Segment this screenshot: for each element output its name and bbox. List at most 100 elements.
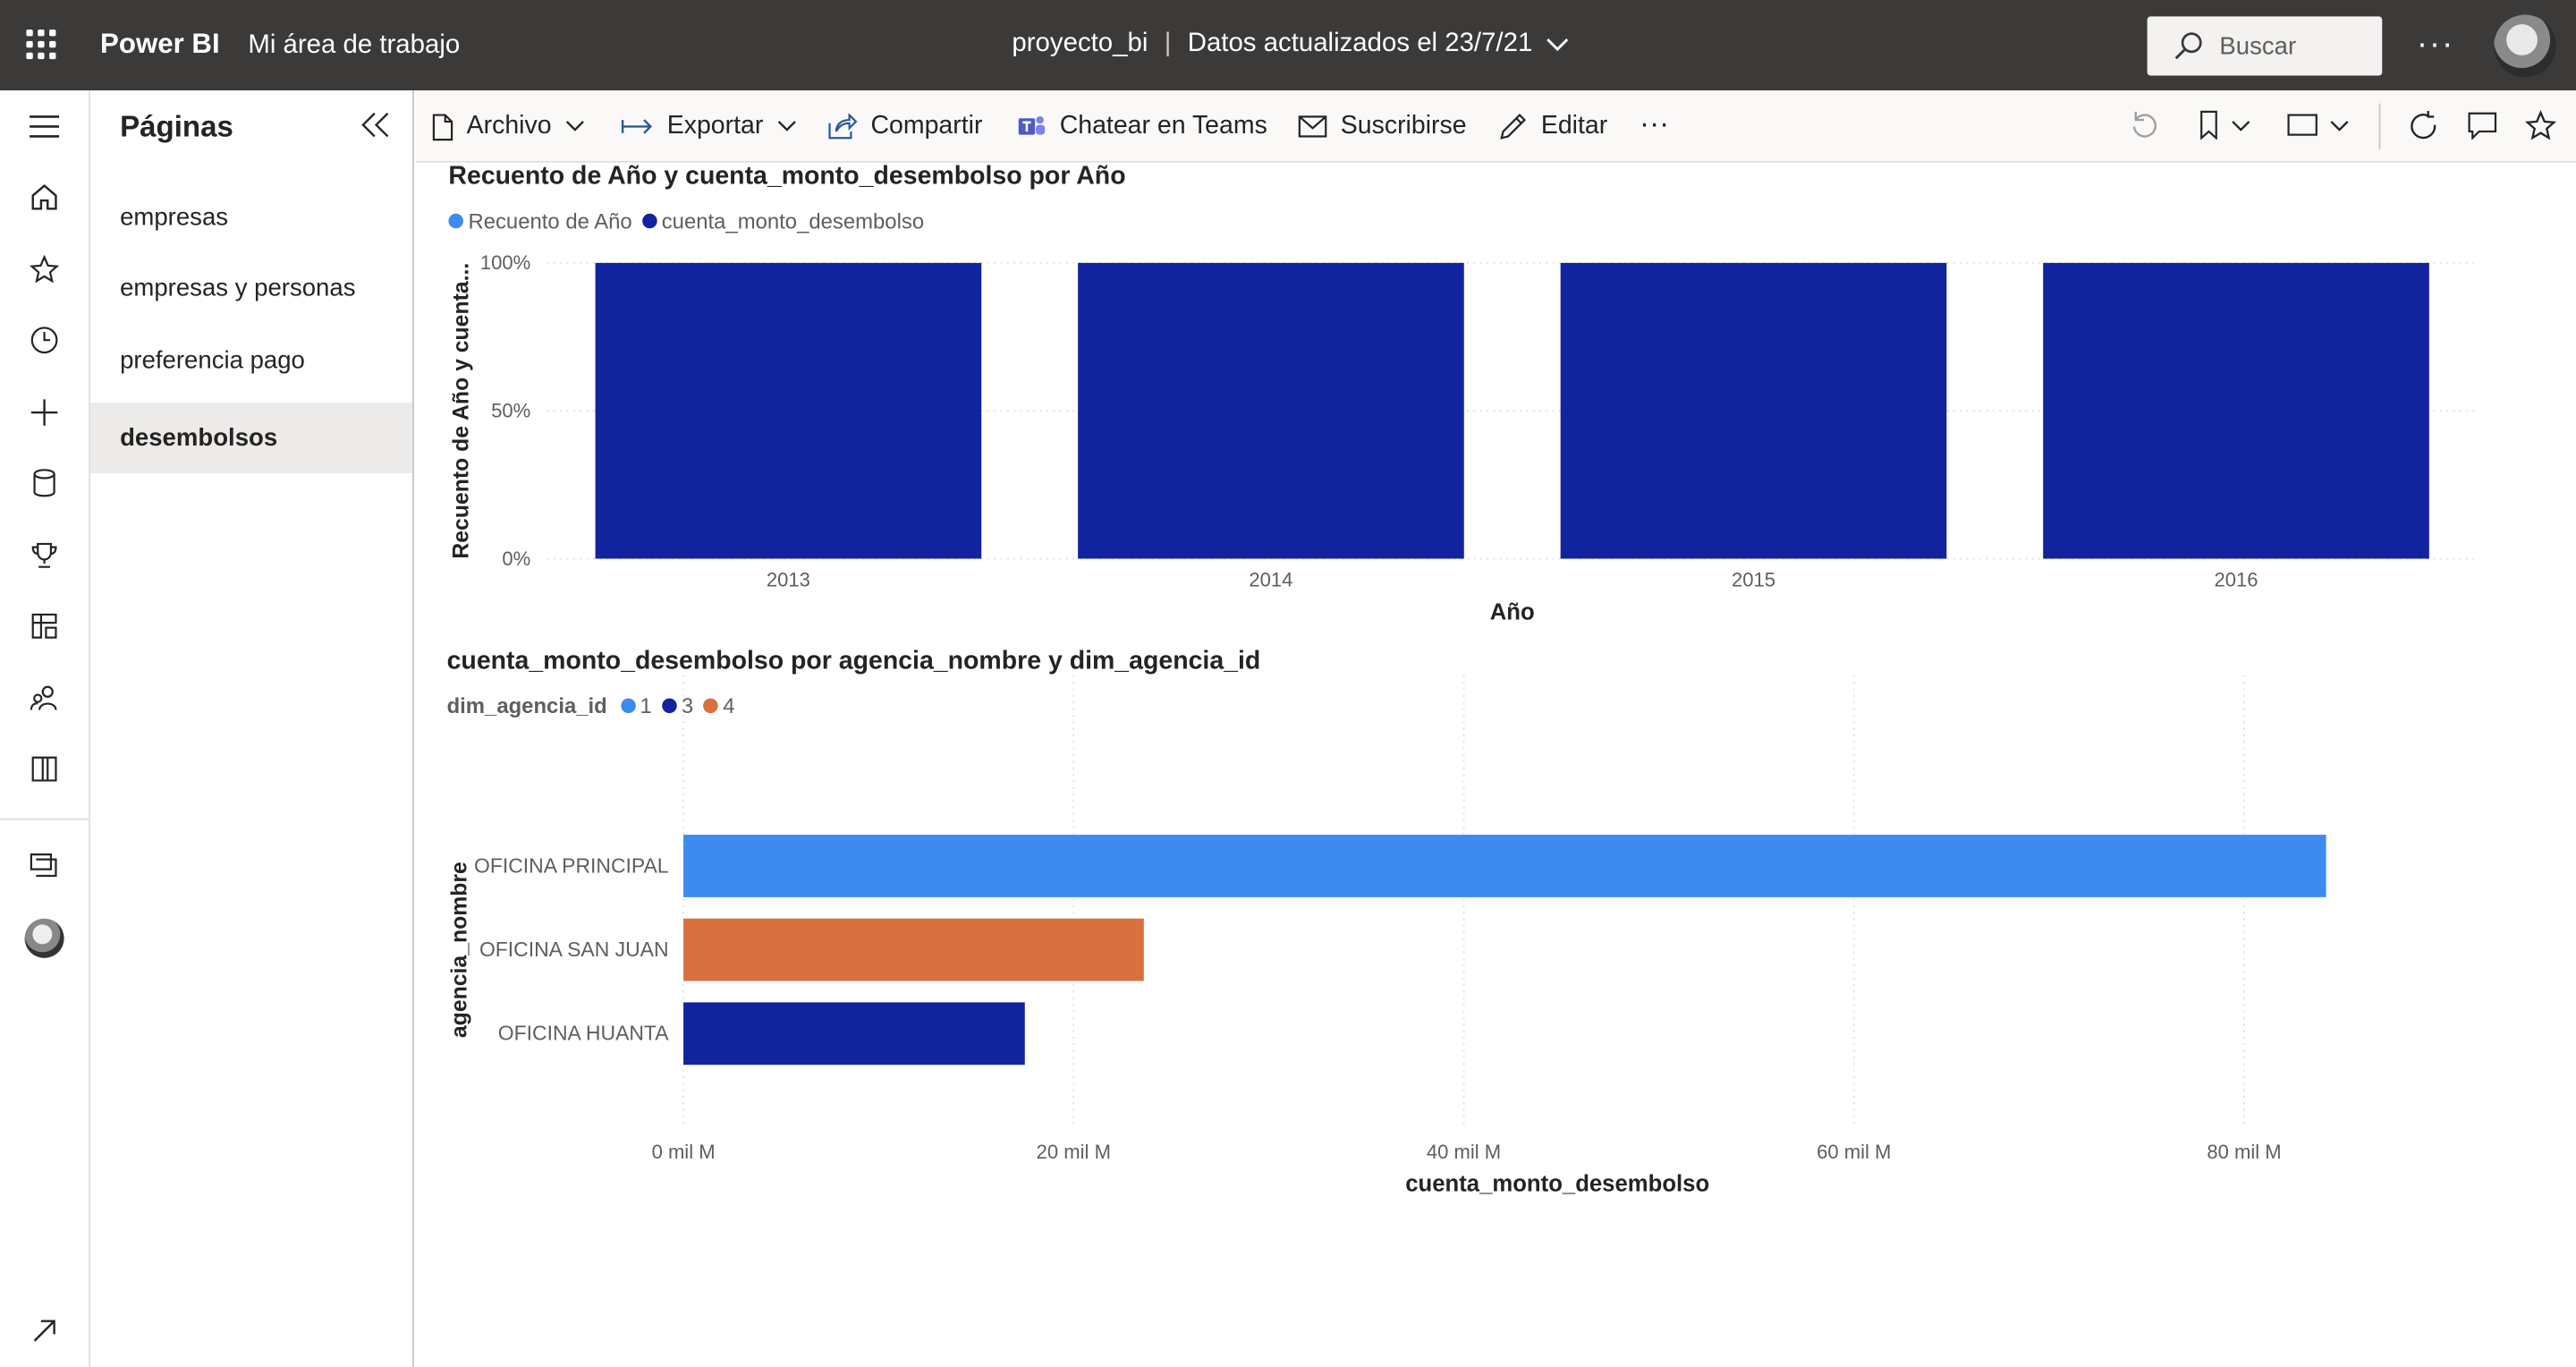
y-axis-title: agencia_nombre — [448, 862, 472, 1038]
learn-book-icon[interactable] — [26, 751, 62, 786]
horizontal-bar — [683, 1002, 1025, 1066]
horizontal-bar — [683, 918, 1144, 981]
search-icon — [2174, 32, 2202, 60]
more-options-icon[interactable]: ··· — [2417, 26, 2454, 64]
x-tick-label: 2016 — [2215, 569, 2258, 591]
y-tick-label: OFICINA SAN JUAN — [479, 938, 669, 961]
reset-undo-icon[interactable] — [2129, 110, 2158, 148]
teams-icon — [1018, 115, 1046, 135]
chart1-legend: Recuento de Año cuenta_monto_desembolso — [448, 208, 934, 233]
exportar-label: Exportar — [666, 111, 764, 140]
chevron-down-icon[interactable] — [1546, 37, 1569, 52]
archivo-label: Archivo — [466, 111, 552, 140]
legend-label: cuenta_monto_desembolso — [661, 208, 925, 233]
report-toolbar: Archivo Exportar Compartir Chatear en Te… — [415, 90, 2576, 163]
left-nav-rail — [0, 90, 91, 1367]
comment-icon[interactable] — [2468, 110, 2497, 148]
suscribirse-button[interactable]: Suscribirse — [1298, 108, 1467, 144]
export-arrow-icon — [621, 119, 653, 134]
header-separator: | — [1164, 30, 1172, 58]
home-icon[interactable] — [26, 179, 62, 215]
toolbar-separator — [2378, 103, 2381, 150]
chart1-stacked-column-chart[interactable]: 0% 50% 100% 2013 2014 2015 2016 Año Recuento de … — [416, 236, 2576, 639]
pages-pane: Páginas empresas empresas y personas pre… — [90, 90, 414, 1367]
teams-label: Chatear en Teams — [1059, 111, 1267, 140]
x-axis-title: Año — [1490, 599, 1535, 624]
pages-title: Páginas — [120, 110, 233, 143]
favorites-star-icon[interactable] — [26, 251, 62, 287]
y-tick-label: OFICINA PRINCIPAL — [474, 853, 669, 877]
legend-dot-light-blue — [448, 213, 463, 229]
legend-label: Recuento de Año — [468, 208, 632, 233]
shared-with-me-icon[interactable] — [26, 680, 62, 716]
page-item-empresas[interactable]: empresas — [90, 183, 412, 253]
my-workspace-avatar[interactable] — [24, 918, 64, 958]
collapse-pane-icon[interactable] — [360, 110, 393, 148]
y-tick-label: 0% — [502, 548, 530, 570]
horizontal-bar — [683, 835, 2326, 897]
legend-dot-dark-blue — [641, 213, 657, 229]
column-bar — [1078, 262, 1464, 559]
compartir-label: Compartir — [870, 111, 983, 140]
x-tick-label: 2014 — [1249, 569, 1292, 591]
legend-entry[interactable]: cuenta_monto_desembolso — [641, 208, 925, 233]
top-bar: Power BI Mi área de trabajo proyecto_bi … — [0, 0, 2576, 91]
column-bar — [1560, 262, 1947, 559]
x-tick-label: 0 mil M — [652, 1141, 716, 1163]
datasets-database-icon[interactable] — [26, 465, 62, 501]
avatar[interactable] — [2494, 14, 2556, 78]
editar-button[interactable]: Editar — [1498, 108, 1607, 144]
page-item-desembolsos[interactable]: desembolsos — [90, 403, 413, 473]
search-input[interactable]: Buscar — [2147, 16, 2383, 76]
create-plus-icon[interactable] — [26, 395, 62, 430]
x-axis-title: cuenta_monto_desembolso — [1405, 1172, 1709, 1197]
hamburger-menu-icon[interactable] — [26, 108, 62, 144]
y-tick-label: 100% — [480, 251, 530, 274]
view-mode-icon[interactable] — [2287, 110, 2352, 148]
chart1-title: Recuento de Año y cuenta_monto_desembols… — [448, 162, 1126, 191]
more-actions-icon[interactable]: ··· — [1640, 106, 1669, 141]
chart2-horizontal-bar-chart[interactable]: 0 mil M 20 mil M 40 mil M 60 mil M 80 mil M O… — [416, 656, 2576, 1214]
x-tick-label: 80 mil M — [2207, 1141, 2281, 1163]
goals-trophy-icon[interactable] — [26, 538, 62, 573]
expand-arrow-icon[interactable] — [26, 1313, 62, 1349]
bookmark-icon[interactable] — [2197, 110, 2252, 148]
exportar-menu-button[interactable]: Exportar — [621, 108, 796, 144]
report-name: proyecto_bi — [1012, 30, 1148, 58]
pencil-icon — [1500, 114, 1527, 140]
column-bar — [595, 262, 982, 559]
y-tick-label: 50% — [491, 400, 530, 422]
editar-label: Editar — [1540, 111, 1608, 140]
archivo-menu-button[interactable]: Archivo — [432, 108, 584, 144]
x-tick-label: 20 mil M — [1037, 1141, 1111, 1163]
y-tick-label: OFICINA HUANTA — [498, 1022, 669, 1045]
page-item-empresas-y-personas[interactable]: empresas y personas — [90, 253, 412, 324]
chatear-teams-button[interactable]: Chatear en Teams — [1017, 108, 1267, 144]
favorite-star-icon[interactable] — [2524, 110, 2557, 149]
workspaces-icon[interactable] — [26, 848, 62, 884]
workspace-link[interactable]: Mi área de trabajo — [248, 31, 460, 61]
suscribirse-label: Suscribirse — [1340, 111, 1467, 140]
x-tick-label: 60 mil M — [1817, 1141, 1891, 1163]
mail-icon — [1298, 115, 1327, 138]
report-canvas: Recuento de Año y cuenta_monto_desembols… — [415, 162, 2576, 1367]
recent-clock-icon[interactable] — [26, 322, 62, 358]
compartir-button[interactable]: Compartir — [828, 108, 983, 144]
file-icon — [432, 113, 453, 140]
report-header[interactable]: proyecto_bi | Datos actualizados el 23/7… — [1012, 30, 1568, 59]
y-axis-title: Recuento de Año y cuenta... — [449, 263, 473, 559]
column-bar — [2043, 262, 2429, 559]
refresh-icon[interactable] — [2409, 110, 2442, 151]
rail-divider — [0, 818, 91, 820]
power-bi-app: Power BI Mi área de trabajo proyecto_bi … — [0, 0, 2576, 1367]
legend-entry[interactable]: Recuento de Año — [448, 208, 632, 233]
page-item-preferencia-pago[interactable]: preferencia pago — [90, 326, 412, 396]
brand-name[interactable]: Power BI — [100, 28, 220, 61]
x-tick-label: 2013 — [767, 569, 810, 591]
share-icon — [828, 113, 858, 140]
chevron-down-icon — [777, 121, 796, 132]
app-launcher-icon[interactable] — [26, 30, 56, 60]
apps-icon[interactable] — [26, 608, 62, 644]
x-tick-label: 2015 — [1732, 569, 1775, 591]
chevron-down-icon — [565, 121, 584, 132]
